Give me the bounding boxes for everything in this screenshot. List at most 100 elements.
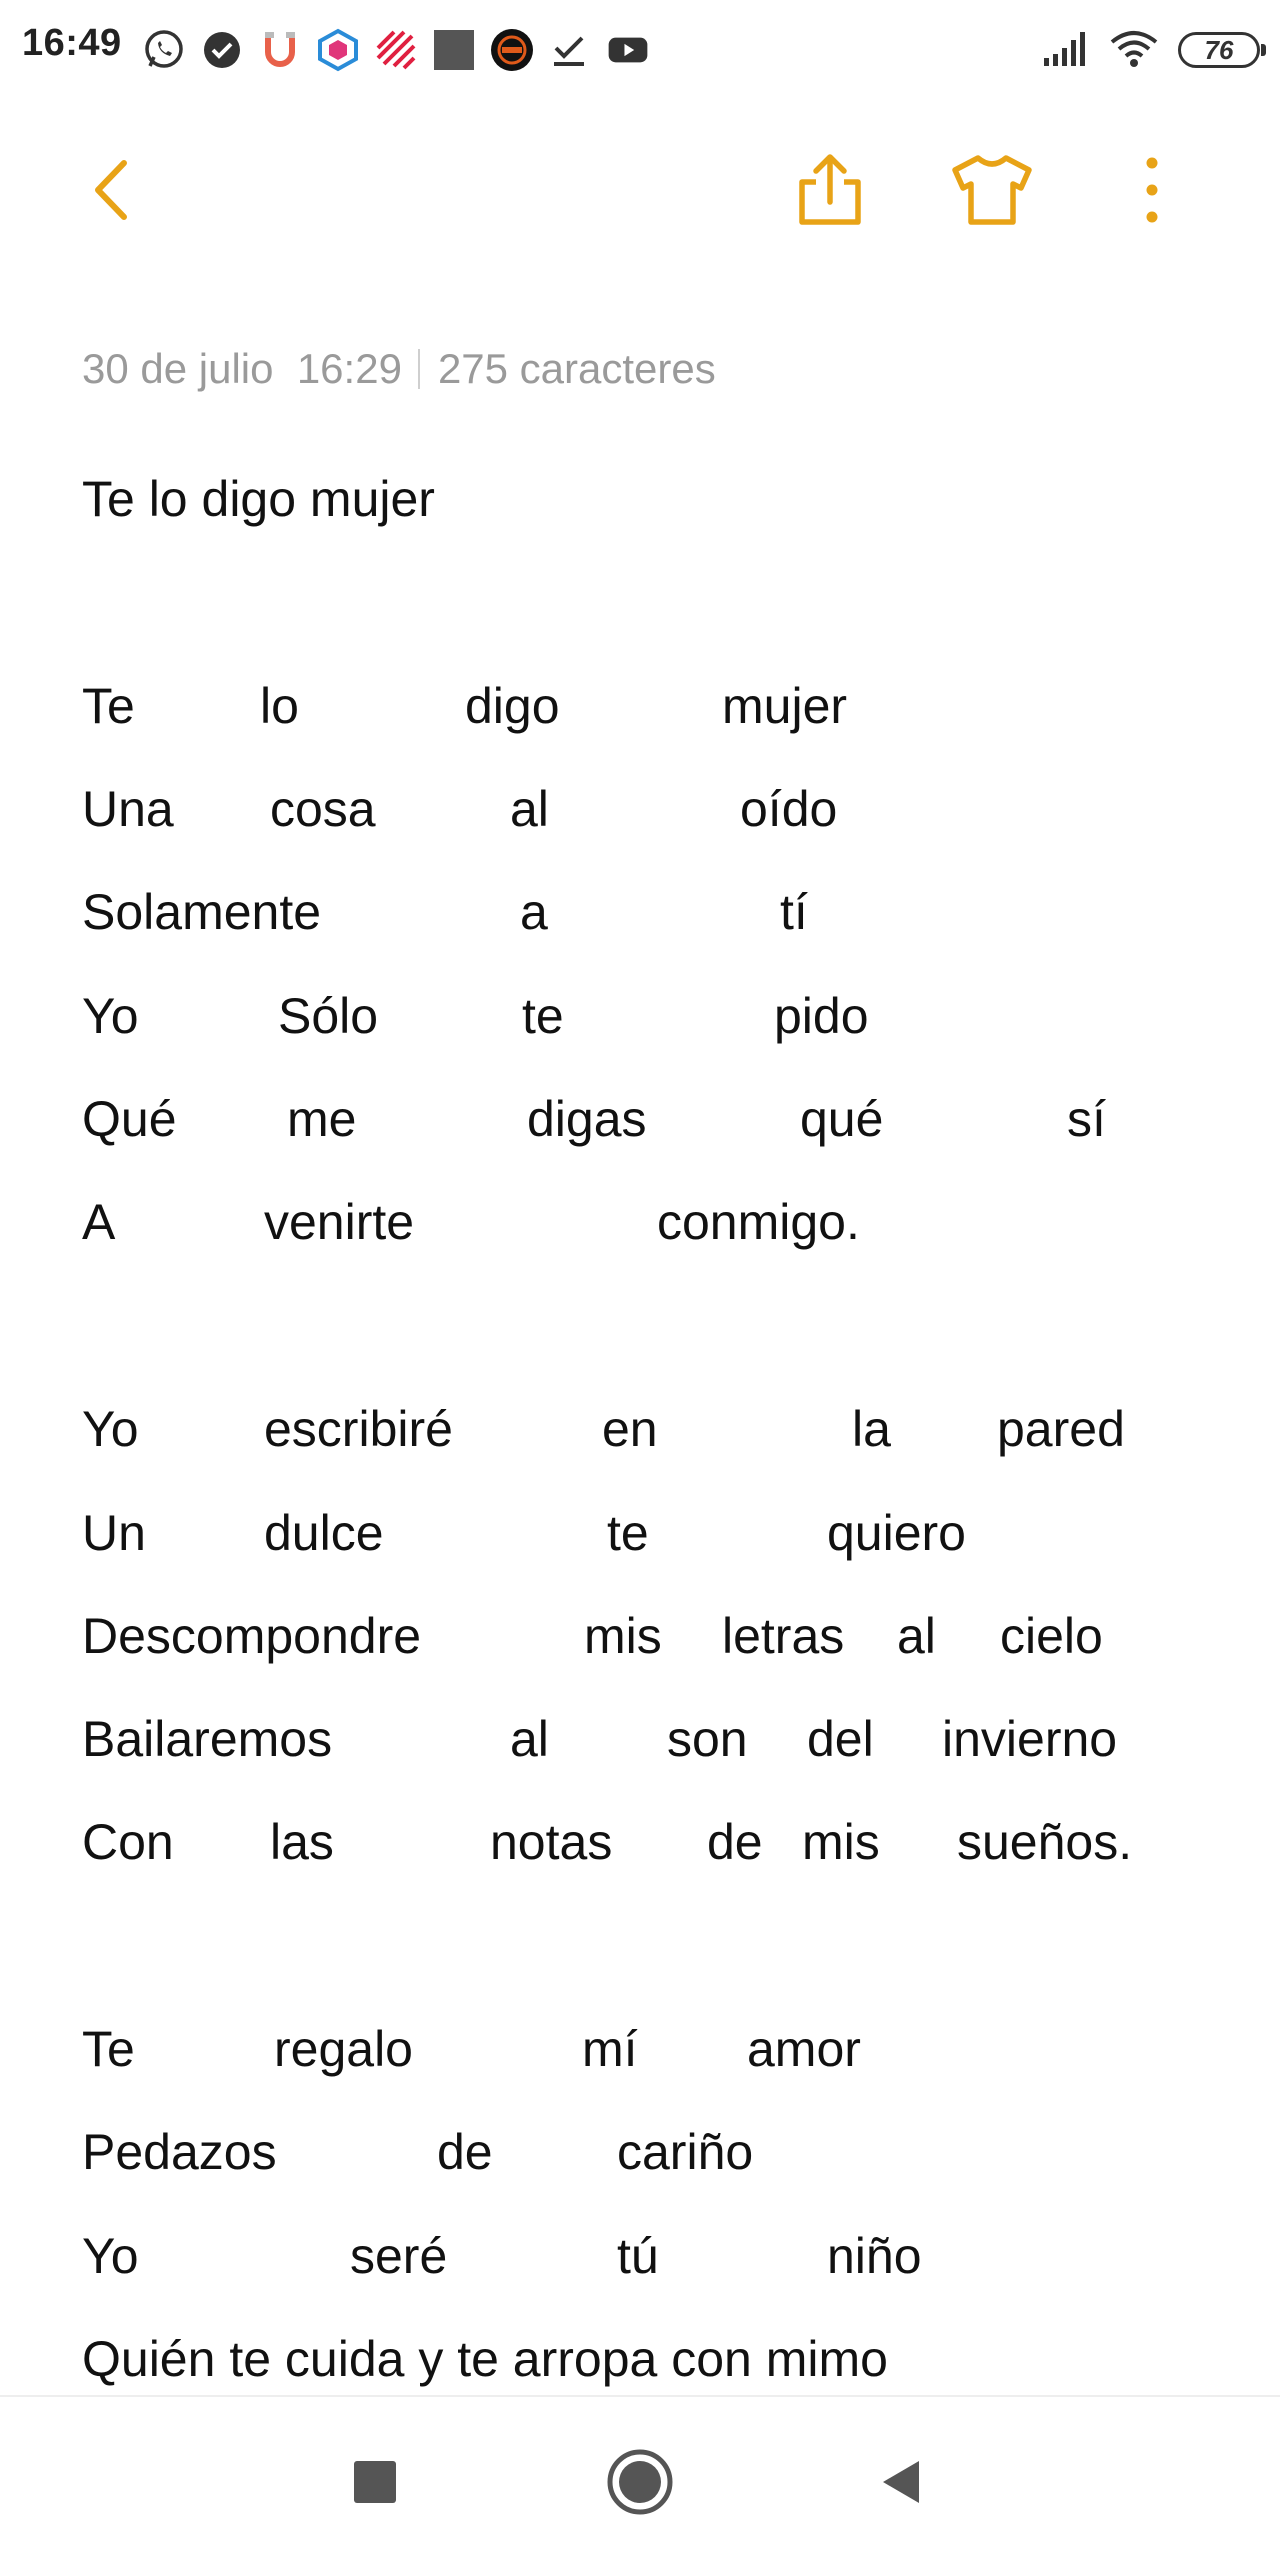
note-line: Solamente a tí [82,883,1202,953]
word: mis [802,1814,880,1870]
word: pido [774,988,869,1044]
back-button[interactable] [62,130,162,250]
note-toolbar [0,130,1280,250]
whatsapp-icon [142,28,186,72]
youtube-icon [606,28,650,72]
stripes-app-icon [374,28,418,72]
word: en [602,1401,658,1457]
word: conmigo. [657,1194,860,1250]
word: me [287,1091,357,1147]
nav-back-button[interactable] [845,2427,955,2537]
note-line: Te lo digo mujer [82,677,1202,747]
wifi-icon [1108,28,1160,73]
word: te [607,1505,649,1561]
word: cielo [1000,1608,1103,1664]
word: Pedazos [82,2124,277,2180]
square-app-icon [432,28,476,72]
back-triangle-icon [883,2461,919,2503]
home-circle-icon [607,2449,673,2515]
word: Una [82,781,174,837]
word: de [437,2124,493,2180]
word: regalo [274,2021,413,2077]
word: tú [617,2228,659,2284]
note-title[interactable]: Te lo digo mujer [82,470,435,528]
word: Te [82,2021,135,2077]
word: Yo [82,1401,139,1457]
word: mujer [722,678,848,734]
word: niño [827,2228,922,2284]
word: sí [1067,1091,1106,1147]
note-line: Un dulce te quiero [82,1504,1202,1574]
status-bar: 16:49 76 [0,0,1280,100]
note-line: Bailaremos al son del invierno [82,1710,1202,1780]
word: de [707,1814,763,1870]
word: letras [722,1608,845,1664]
word: pared [997,1401,1125,1457]
magnet-icon [258,28,302,72]
note-line: Con las notas de mis sueños. [82,1813,1202,1883]
word: notas [490,1814,613,1870]
check-circle-icon [200,28,244,72]
theme-shirt-icon [952,155,1032,225]
word: digas [527,1091,647,1147]
word: al [510,781,549,837]
note-line: Quién te cuida y te arropa con mimo [82,2330,1202,2400]
word: del [807,1711,874,1767]
navigation-bar [0,2395,1280,2564]
word: Un [82,1505,146,1561]
note-line: Descompondre mis letras al cielo [82,1607,1202,1677]
word: lo [260,678,299,734]
word: te [522,988,564,1044]
note-line: A venirte conmigo. [82,1193,1202,1263]
meta-divider [417,348,420,389]
status-time: 16:49 [22,22,122,64]
word: Con [82,1814,174,1870]
note-line: Yo Sólo te pido [82,987,1202,1057]
round-app-icon [490,28,534,72]
word: Quién te cuida y te arropa con mimo [82,2331,888,2387]
word: escribiré [264,1401,453,1457]
more-vertical-icon [1146,157,1158,223]
note-time: 16:29 [296,345,402,392]
share-button[interactable] [780,130,880,250]
more-options-button[interactable] [1102,130,1202,250]
word: Qué [82,1091,177,1147]
word: seré [350,2228,448,2284]
word: Solamente [82,884,322,940]
word: tí [780,884,808,940]
word: mis [584,1608,662,1664]
word: la [852,1401,891,1457]
word: Te [82,678,135,734]
word: Yo [82,2228,139,2284]
word: al [897,1608,936,1664]
word: invierno [942,1711,1118,1767]
word: oído [740,781,838,837]
note-date: 30 de julio [82,345,274,392]
word: amor [747,2021,861,2077]
notification-icons [142,22,650,78]
note-line: Qué me digas qué sí [82,1090,1202,1160]
word: dulce [264,1505,384,1561]
word: cariño [617,2124,754,2180]
back-icon [95,160,127,220]
home-button[interactable] [585,2427,695,2537]
note-char-count: 275 caracteres [437,345,716,392]
recents-button[interactable] [320,2427,430,2537]
word: quiero [827,1505,966,1561]
note-line: Pedazos de cariño [82,2123,1202,2193]
word: venirte [264,1194,415,1250]
note-line: Una cosa al oído [82,780,1202,850]
system-icons: 76 [1042,24,1266,76]
word: digo [465,678,560,734]
battery-level: 76 [1204,34,1234,65]
note-line: Te regalo mí amor [82,2020,1202,2090]
word: Bailaremos [82,1711,333,1767]
word: sueños. [957,1814,1133,1870]
theme-button[interactable] [942,130,1042,250]
word: son [667,1711,748,1767]
word: A [82,1194,116,1250]
word: al [510,1711,549,1767]
word: las [270,1814,334,1870]
signal-icon [1042,28,1090,73]
recents-square-icon [354,2461,396,2503]
